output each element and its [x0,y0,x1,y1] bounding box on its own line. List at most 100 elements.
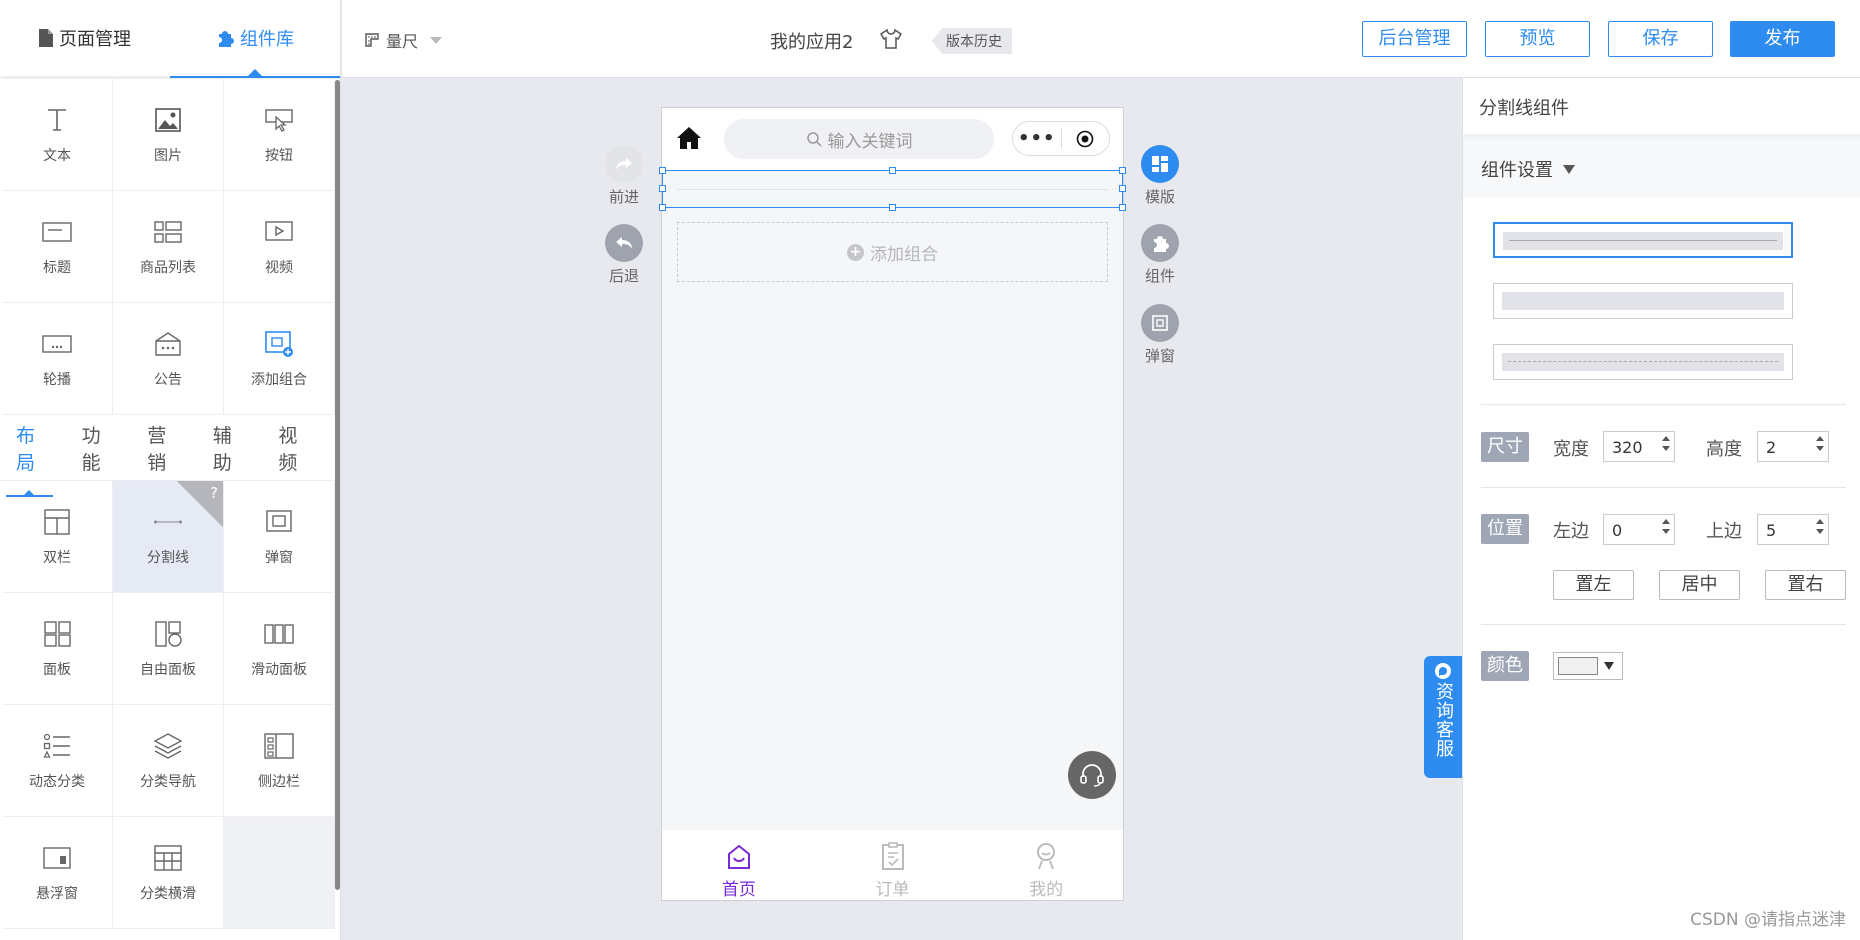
back-button[interactable]: 后退 [605,224,643,286]
resize-handle[interactable] [889,204,896,211]
panel-scrollbar[interactable] [335,80,340,890]
section-divider [1481,624,1846,625]
chat-bubble-icon [1435,663,1451,679]
component-slide-panel[interactable]: 滑动面板 [224,593,335,705]
ruler-dropdown[interactable]: 量尺 [364,28,443,52]
height-value: 2 [1766,438,1777,457]
component-title[interactable]: 标题 [2,191,113,303]
help-corner[interactable]: ? [177,481,223,527]
component-category-nav[interactable]: 分类导航 [113,705,224,817]
top-input[interactable]: 5 [1757,514,1829,545]
component-settings-toggle[interactable]: 组件设置 [1463,140,1860,198]
preview-button[interactable]: 预览 [1485,21,1590,57]
sidebar-icon [264,732,294,759]
puzzle-icon [1141,224,1179,262]
version-history-button[interactable]: 版本历史 [932,28,1012,54]
mini-program-capsule: ••• [1012,121,1110,156]
popup-side-button[interactable]: 弹窗 [1141,304,1179,366]
align-center-button[interactable]: 居中 [1659,570,1740,600]
width-spinner[interactable] [1662,436,1670,451]
tab-page-management[interactable]: 页面管理 [0,0,170,76]
publish-button[interactable]: 发布 [1730,21,1835,57]
video-icon [265,220,293,241]
admin-button[interactable]: 后台管理 [1362,21,1467,57]
component-dynamic-category[interactable]: 动态分类 [2,705,113,817]
component-panel: 页面管理 组件库 文本 图片 按钮 标题 商品列表 视频 轮播 公告 添加组合 … [0,0,341,940]
close-record-icon[interactable] [1062,130,1110,148]
more-icon[interactable]: ••• [1013,128,1061,149]
category-tab-marketing[interactable]: 营销 [143,413,178,483]
component-video[interactable]: 视频 [224,191,335,303]
component-panel[interactable]: 面板 [2,593,113,705]
template-button[interactable]: 模版 [1141,145,1179,207]
category-tab-auxiliary[interactable]: 辅助 [209,413,244,483]
save-button[interactable]: 保存 [1608,21,1713,57]
left-spinner[interactable] [1662,519,1670,534]
component-label: 侧边栏 [258,773,300,790]
component-free-panel[interactable]: 自由面板 [113,593,224,705]
add-group-button[interactable]: + 添加组合 [677,222,1108,282]
component-two-column[interactable]: 双栏 [2,481,113,593]
resize-handle[interactable] [659,204,666,211]
plus-icon: + [847,243,864,261]
home-icon[interactable] [676,125,702,151]
chevron-down-icon [430,36,443,44]
consult-service-tab[interactable]: 资询客服 [1424,656,1462,778]
align-right-button[interactable]: 置右 [1765,570,1846,600]
category-tab-function[interactable]: 功能 [78,413,113,483]
tabbar-label: 我的 [1029,880,1064,900]
solid-line [1509,240,1777,241]
forward-button[interactable]: 前进 [605,145,643,207]
resize-handle[interactable] [1119,167,1126,174]
free-panel-icon [155,620,182,647]
component-popup[interactable]: 弹窗 [224,481,335,593]
color-picker[interactable] [1553,652,1623,680]
color-tag: 颜色 [1481,651,1529,681]
add-group-icon [265,330,293,357]
height-input[interactable]: 2 [1757,431,1829,462]
component-image[interactable]: 图片 [113,79,224,191]
tabbar-profile[interactable]: 我的 [969,830,1123,900]
top-spinner[interactable] [1816,519,1824,534]
search-bar[interactable]: 输入关键词 [724,119,994,159]
component-notice[interactable]: 公告 [113,303,224,415]
resize-handle[interactable] [1119,204,1126,211]
component-side-button[interactable]: 组件 [1141,224,1179,286]
theme-shirt-icon[interactable] [879,28,903,50]
component-text[interactable]: 文本 [2,79,113,191]
height-spinner[interactable] [1816,436,1824,451]
category-tab-video[interactable]: 视频 [274,413,309,483]
back-label: 后退 [608,267,639,285]
home-tab-icon [727,844,750,869]
divider-style-solid[interactable] [1493,222,1793,258]
left-input[interactable]: 0 [1603,514,1675,545]
component-product-list[interactable]: 商品列表 [113,191,224,303]
component-add-group[interactable]: 添加组合 [224,303,335,415]
component-float-window[interactable]: 悬浮窗 [2,817,113,929]
tab-component-library[interactable]: 组件库 [170,0,340,78]
customer-service-headset-icon[interactable] [1068,751,1116,799]
component-sidebar[interactable]: 侧边栏 [224,705,335,817]
resize-handle[interactable] [659,185,666,192]
category-tab-layout[interactable]: 布局 [6,413,53,497]
component-label: 分类横滑 [140,885,196,902]
divider-style-dashed[interactable] [1493,344,1793,380]
slide-panel-icon [264,623,294,644]
template-icon [1141,145,1179,183]
component-button[interactable]: 按钮 [224,79,335,191]
tabbar-order[interactable]: 订单 [816,830,970,900]
tabbar-home[interactable]: 首页 [662,830,816,900]
ruler-label: 量尺 [386,32,419,51]
component-divider[interactable]: ? 分割线 [113,481,224,593]
component-category-scroll[interactable]: 分类横滑 [113,817,224,929]
width-input[interactable]: 320 [1603,431,1675,462]
component-carousel[interactable]: 轮播 [2,303,113,415]
divider-style-blank[interactable] [1493,283,1793,319]
selected-divider-component[interactable] [659,167,1126,211]
resize-handle[interactable] [889,167,896,174]
component-label: 商品列表 [140,259,196,276]
notice-icon [155,331,181,356]
align-left-button[interactable]: 置左 [1553,570,1634,600]
resize-handle[interactable] [1119,185,1126,192]
resize-handle[interactable] [659,167,666,174]
